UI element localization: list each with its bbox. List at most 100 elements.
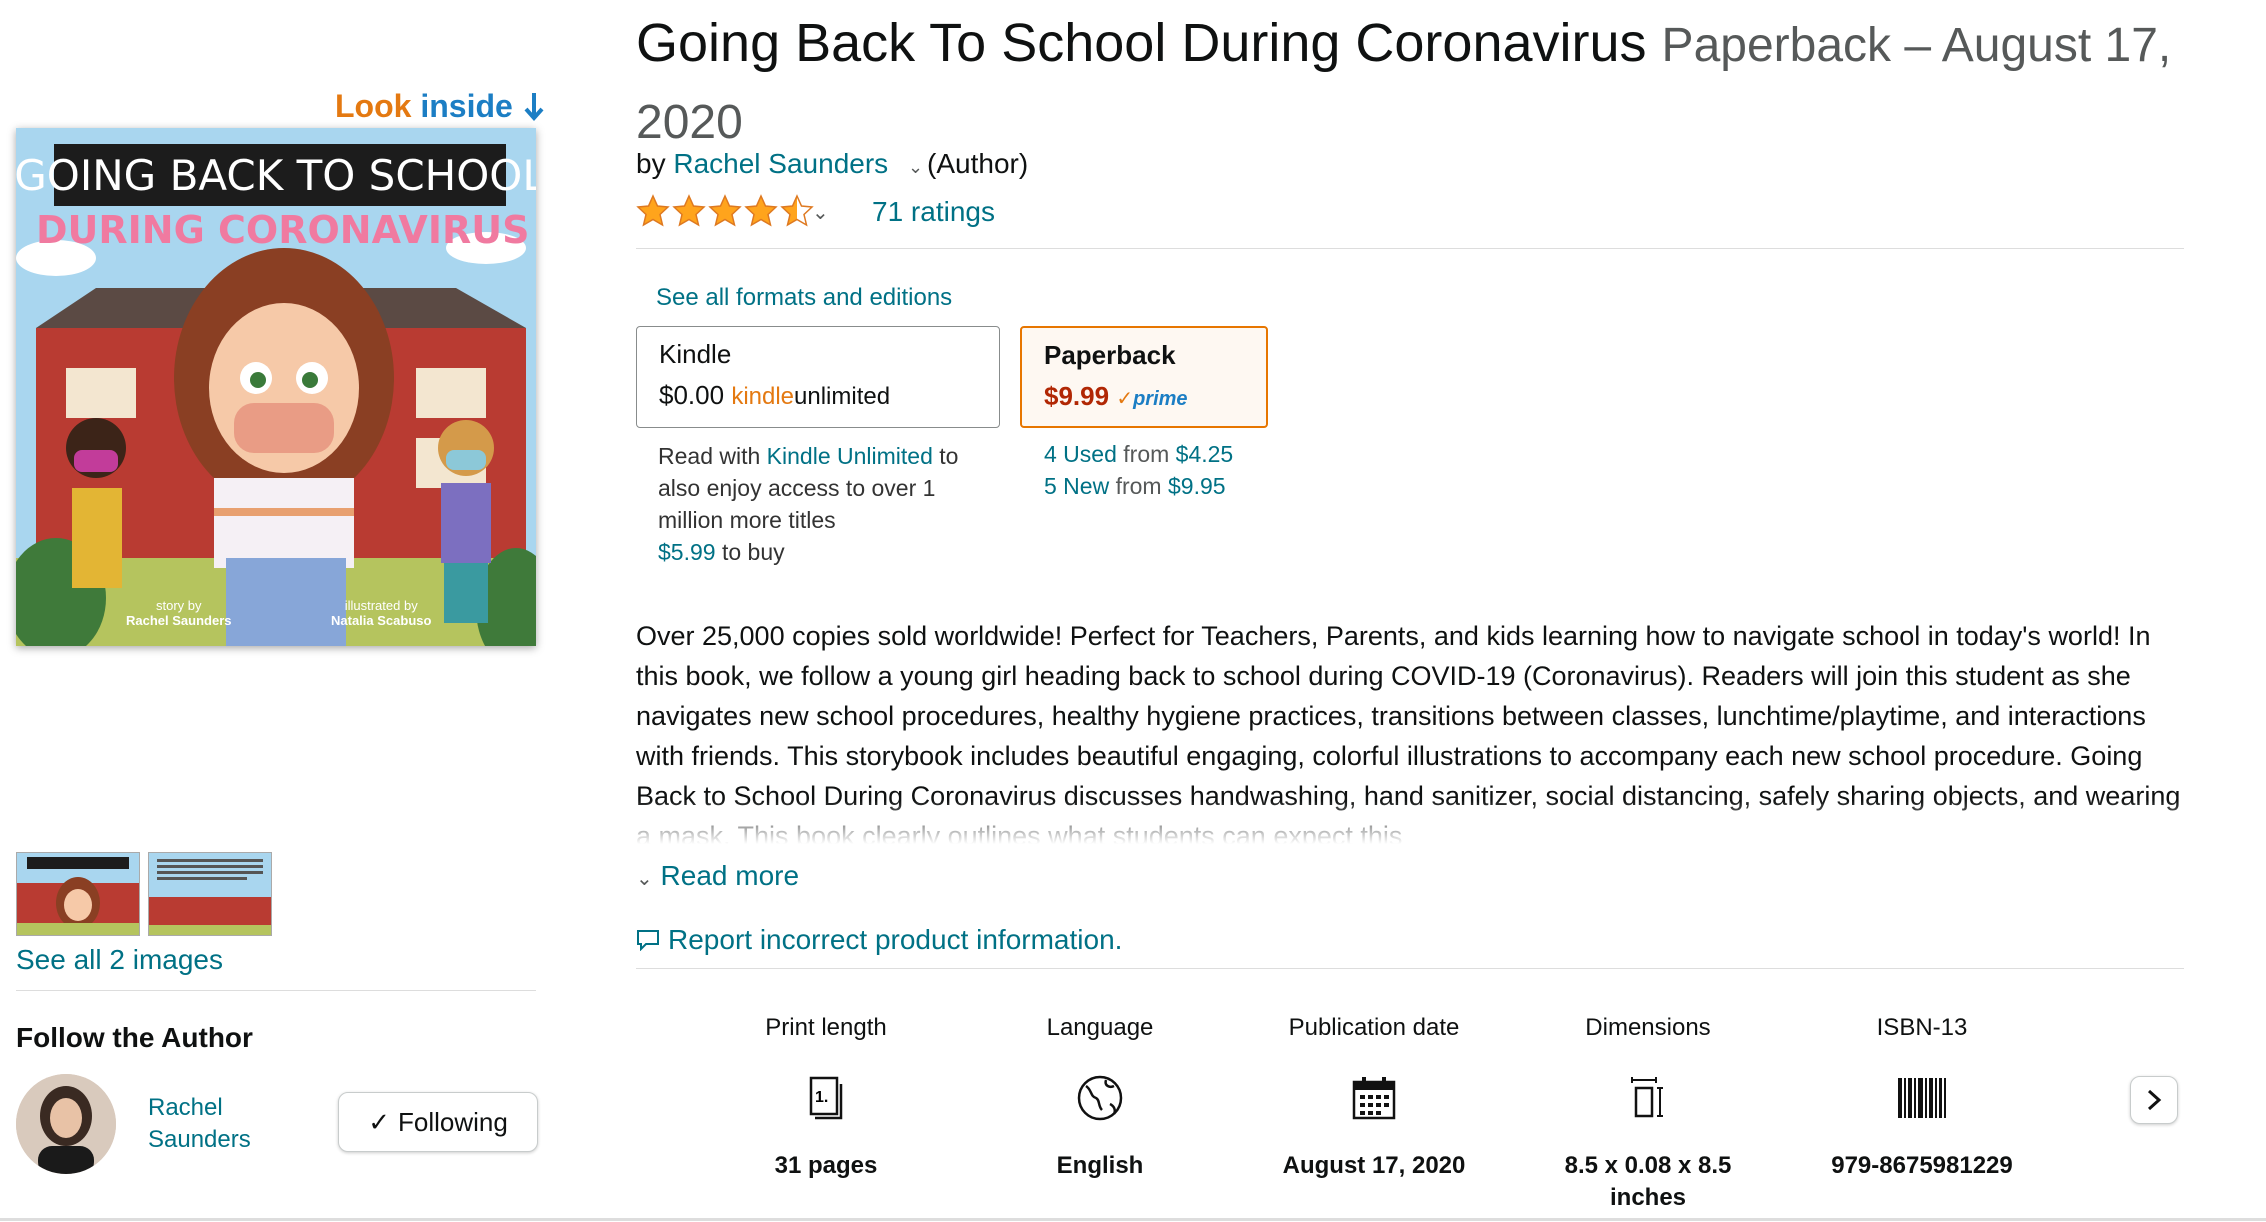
product-title-text: Going Back To School During Coronavirus xyxy=(636,13,1647,73)
description-fade xyxy=(636,800,2184,844)
comment-icon xyxy=(637,930,659,951)
detail-value: 979-8675981229 xyxy=(1831,1152,2013,1179)
book-cover-image[interactable]: GOING BACK TO SCHOOL DURING CORONAVIRUS … xyxy=(16,128,536,646)
calendar-icon xyxy=(1254,1068,1494,1128)
format-kindle-price-row: $0.00 kindleunlimited xyxy=(659,380,977,411)
globe-icon xyxy=(980,1068,1220,1128)
format-paperback-button[interactable]: Paperback $9.99 ✓prime xyxy=(1020,326,1268,428)
new-offers-price[interactable]: $9.95 xyxy=(1168,473,1226,499)
detail-value: 31 pages xyxy=(774,1152,878,1179)
read-more-link[interactable]: ⌄ Read more xyxy=(636,860,799,892)
format-paperback-price-row: $9.99 ✓prime xyxy=(1044,381,1244,412)
new-offers-link[interactable]: 5 New xyxy=(1044,473,1109,499)
detail-print-length: Print length 1. 31 pages xyxy=(706,1014,946,1182)
cover-title-line1: GOING BACK TO SCHOOL xyxy=(16,150,536,200)
dimensions-icon xyxy=(1528,1068,1768,1128)
ratings-count-link[interactable]: 71 ratings xyxy=(872,196,995,228)
read-with-text: Read with xyxy=(658,443,761,469)
details-next-button[interactable] xyxy=(2130,1076,2178,1124)
following-button[interactable]: ✓ Following xyxy=(338,1092,538,1152)
svg-text:1.: 1. xyxy=(815,1089,828,1106)
new-offers-row: 5 New from $9.95 xyxy=(1044,470,1233,502)
look-inside-text-2: inside xyxy=(420,88,513,124)
byline: by Rachel Saunders ⌄ (Author) xyxy=(636,148,1028,180)
used-offers-row: 4 Used from $4.25 xyxy=(1044,438,1233,470)
illustrated-by-label: illustrated by xyxy=(344,598,418,613)
star-rating[interactable] xyxy=(636,194,814,228)
read-more-label: Read more xyxy=(660,860,800,891)
see-all-images-link[interactable]: See all 2 images xyxy=(16,944,223,976)
prime-badge: ✓prime xyxy=(1116,388,1187,410)
illustrated-by-name: Natalia Scabuso xyxy=(331,613,432,628)
checkmark-icon: ✓ xyxy=(368,1106,390,1137)
kindle-unlimited-link[interactable]: Kindle Unlimited xyxy=(767,443,933,469)
kindle-unlimited-logo-2: unlimited xyxy=(794,383,891,410)
cover-story-by: story by Rachel Saunders xyxy=(126,598,232,628)
divider xyxy=(636,248,2184,249)
kindle-unlimited-logo: kindle xyxy=(731,383,795,410)
detail-value: English xyxy=(1056,1152,1144,1179)
star-icon xyxy=(636,194,670,227)
used-from-label: from xyxy=(1123,441,1170,467)
detail-value: August 17, 2020 xyxy=(1282,1152,1466,1179)
author-link[interactable]: Rachel Saunders xyxy=(673,148,888,179)
look-inside-badge[interactable]: Look inside xyxy=(335,88,548,125)
detail-label: Publication date xyxy=(1288,1014,1460,1041)
divider xyxy=(0,1218,2266,1221)
detail-label: ISBN-13 xyxy=(1876,1014,1968,1041)
star-icon xyxy=(744,194,778,227)
thumbnail-back[interactable] xyxy=(148,852,272,936)
new-from-label: from xyxy=(1115,473,1162,499)
paperback-offers: 4 Used from $4.25 5 New from $9.95 xyxy=(1044,438,1233,502)
author-photo xyxy=(16,1074,116,1174)
book-pages-icon: 1. xyxy=(706,1068,946,1128)
cover-illustrated-by: illustrated by Natalia Scabuso xyxy=(331,598,431,628)
format-kindle-name: Kindle xyxy=(659,339,732,369)
barcode-icon xyxy=(1802,1068,2042,1128)
detail-language: Language English xyxy=(980,1014,1220,1182)
product-title: Going Back To School During Coronavirus … xyxy=(636,6,2196,160)
used-offers-link[interactable]: 4 Used xyxy=(1044,441,1117,467)
see-all-formats-link[interactable]: See all formats and editions xyxy=(656,284,952,312)
prime-label: prime xyxy=(1133,388,1188,410)
format-paperback-price: $9.99 xyxy=(1044,381,1110,411)
chevron-right-icon xyxy=(2147,1089,2162,1111)
look-inside-text: Look xyxy=(335,88,421,124)
follow-author-name-link[interactable]: Rachel Saunders xyxy=(148,1092,288,1156)
divider xyxy=(16,990,536,991)
detail-isbn-13: ISBN-13 979-8675981229 xyxy=(1802,1014,2042,1182)
follow-author-heading: Follow the Author xyxy=(16,1022,253,1053)
format-kindle-price: $0.00 xyxy=(659,380,725,410)
chevron-down-icon: ⌄ xyxy=(636,868,653,890)
format-paperback-name: Paperback xyxy=(1044,340,1176,370)
prime-check-icon: ✓ xyxy=(1116,388,1134,410)
detail-label: Print length xyxy=(765,1014,887,1041)
thumbnail-cover-image xyxy=(17,853,139,935)
kindle-unlimited-note: Read with Kindle Unlimited to also enjoy… xyxy=(658,440,998,568)
author-role: (Author) xyxy=(927,148,1029,179)
used-offers-price[interactable]: $4.25 xyxy=(1176,441,1234,467)
detail-label: Dimensions xyxy=(1585,1014,1711,1041)
detail-label: Language xyxy=(1046,1014,1154,1041)
arrow-down-icon xyxy=(524,93,544,122)
chevron-down-icon[interactable]: ⌄ xyxy=(908,157,923,177)
thumbnail-back-image xyxy=(149,853,271,935)
star-icon xyxy=(672,194,706,227)
detail-dimensions: Dimensions 8.5 x 0.08 x 8.5 inches xyxy=(1528,1014,1768,1214)
report-incorrect-info-link[interactable]: Report incorrect product information. xyxy=(636,924,1122,956)
story-by-name: Rachel Saunders xyxy=(126,613,232,628)
format-kindle-button[interactable]: Kindle $0.00 kindleunlimited xyxy=(636,326,1000,428)
by-label: by xyxy=(636,148,666,179)
thumbnail-cover[interactable] xyxy=(16,852,140,936)
following-label: Following xyxy=(397,1106,508,1137)
divider xyxy=(636,968,2184,969)
kindle-buy-suffix: to buy xyxy=(721,539,785,565)
star-icon xyxy=(780,194,814,227)
chevron-down-icon[interactable]: ⌄ xyxy=(812,200,829,225)
author-avatar[interactable] xyxy=(16,1074,116,1174)
kindle-buy-price-link[interactable]: $5.99 xyxy=(658,539,716,565)
detail-value: 8.5 x 0.08 x 8.5 inches xyxy=(1564,1152,1732,1211)
story-by-label: story by xyxy=(155,598,202,613)
cover-title-line2: DURING CORONAVIRUS xyxy=(36,208,530,252)
star-icon xyxy=(708,194,742,227)
